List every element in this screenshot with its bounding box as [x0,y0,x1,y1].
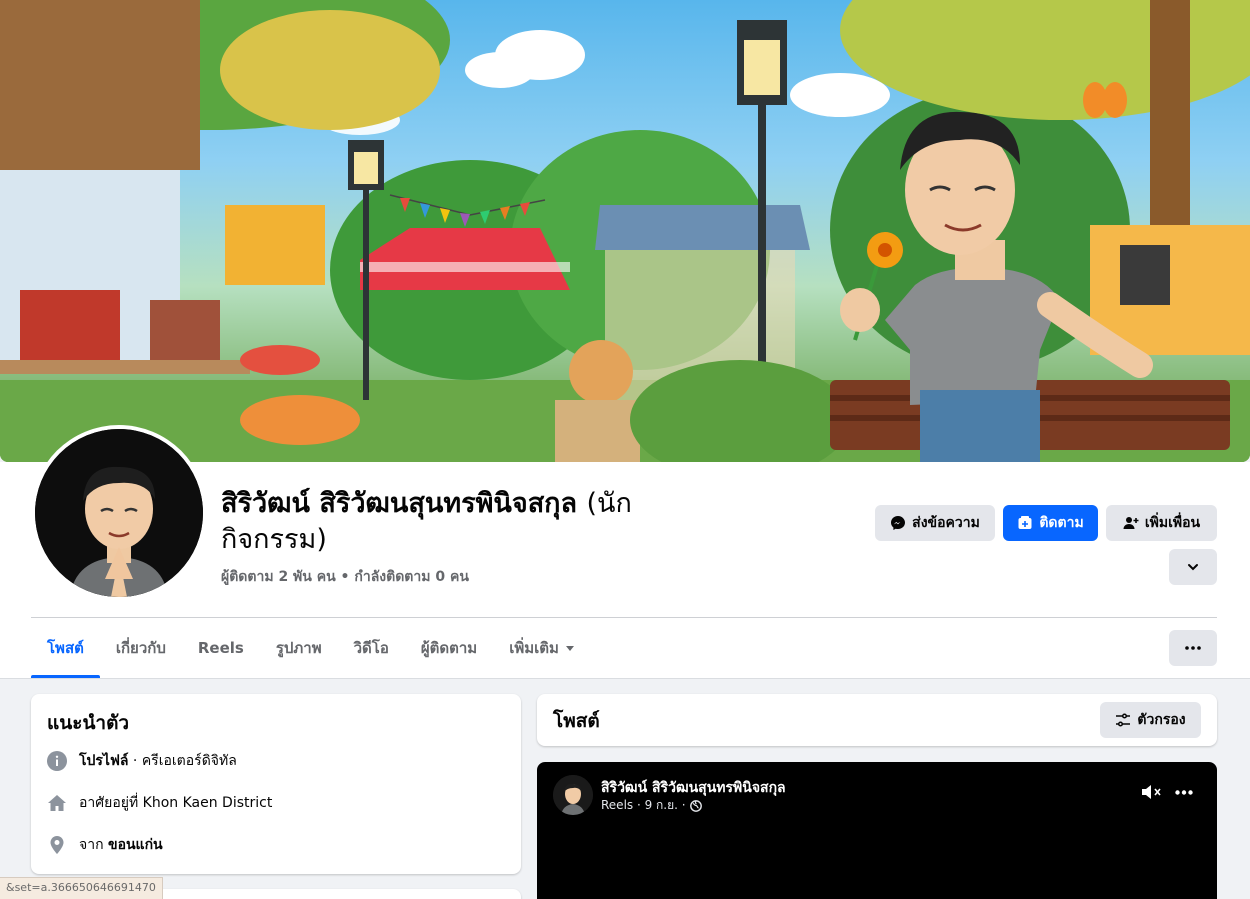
chevron-down-icon [1188,564,1198,571]
follow-label: ติดตาม [1039,515,1084,531]
tab-posts[interactable]: โพสต์ [31,618,100,678]
ellipsis-icon [1185,646,1201,650]
send-message-label: ส่งข้อความ [912,515,980,531]
post-meta: Reels · 9 ก.ย. · [601,796,702,815]
profile-name: สิริวัฒน์ สิริวัฒนสุนทรพินิจสกุล (นัก กิ… [221,486,721,558]
add-friend-button[interactable]: เพิ่มเพื่อน [1106,505,1217,541]
post-avatar-illustration [553,775,593,815]
post-author-avatar[interactable] [553,775,593,815]
profile-name-subtitle-1: (นัก [586,488,632,519]
profile-tabs: โพสต์ เกี่ยวกับ Reels รูปภาพ วิดีโอ ผู้ต… [31,618,591,678]
reel-post[interactable]: สิริวัฒน์ สิริวัฒนสุนทรพินิจสกุล Reels ·… [537,762,1217,899]
intro-title: แนะนำตัว [47,712,130,734]
tab-videos-label: วิดีโอ [353,639,389,657]
intro-lives-in: อาศัยอยู่ที่ Khon Kaen District [79,795,273,811]
follow-icon [1018,516,1032,529]
tab-more[interactable]: เพิ่มเติม [493,618,591,678]
posts-title: โพสต์ [553,710,600,732]
profile-name-main: สิริวัฒน์ สิริวัฒนสุนทรพินิจสกุล [221,488,578,519]
tab-followers[interactable]: ผู้ติดตาม [405,618,493,678]
tab-more-label: เพิ่มเติม [509,639,559,657]
intro-profile-row: โปรไฟล์ · ครีเอเตอร์ดิจิทัล [47,750,237,772]
messenger-icon [891,516,906,530]
filter-icon [1116,713,1131,727]
following-count-link[interactable]: กำลังติดตาม 0 คน [354,569,469,585]
avatar-image [35,429,203,597]
tab-photos-label: รูปภาพ [275,639,322,657]
home-icon [48,795,66,811]
add-friend-icon [1123,517,1139,529]
add-friend-label: เพิ่มเพื่อน [1144,515,1201,531]
post-meta-text[interactable]: Reels · 9 ก.ย. · [601,796,686,815]
tab-about-label: เกี่ยวกับ [115,639,166,657]
intro-card: แนะนำตัว โปรไฟล์ · ครีเอเตอร์ดิจิทัล อาศ… [31,694,521,874]
profile-name-subtitle-2: กิจกรรม) [221,524,327,555]
send-message-button[interactable]: ส่งข้อความ [875,505,995,541]
tab-photos[interactable]: รูปภาพ [260,618,338,678]
more-options-button[interactable] [1169,630,1217,666]
intro-from-value[interactable]: ขอนแก่น [108,837,163,853]
globe-icon [689,799,702,812]
caret-down-icon [565,646,574,651]
location-pin-icon [50,836,64,854]
muted-speaker-icon[interactable] [1141,782,1163,802]
tab-followers-label: ผู้ติดตาม [420,639,478,657]
intro-lives-row: อาศัยอยู่ที่ Khon Kaen District [47,792,272,814]
info-icon [47,751,67,771]
followers-count-link[interactable]: ผู้ติดตาม 2 พัน คน [221,569,336,585]
tab-posts-label: โพสต์ [47,639,84,657]
posts-header-card: โพสต์ ตัวกรอง [537,694,1217,746]
profile-avatar[interactable] [31,425,207,601]
tab-reels-label: Reels [197,639,244,657]
avatar-illustration [35,429,203,597]
cover-photo[interactable] [0,0,1250,462]
expand-more-button[interactable] [1169,549,1217,585]
intro-from-label: จาก [79,837,108,853]
tab-videos[interactable]: วิดีโอ [338,618,405,678]
intro-from-row: จาก ขอนแก่น [47,834,163,856]
status-bar-url: &set=a.366650646691470 [0,877,163,899]
stats-separator: • [340,569,350,585]
intro-profile-value: · ครีเอเตอร์ดิจิทัล [128,753,237,769]
profile-stats: ผู้ติดตาม 2 พัน คน • กำลังติดตาม 0 คน [221,566,469,588]
tab-reels[interactable]: Reels [182,618,260,678]
filter-label: ตัวกรอง [1137,712,1186,728]
tab-about[interactable]: เกี่ยวกับ [100,618,182,678]
cover-illustration [0,0,1250,462]
intro-profile-label: โปรไฟล์ [79,753,129,769]
filter-button[interactable]: ตัวกรอง [1100,702,1201,738]
follow-button[interactable]: ติดตาม [1003,505,1098,541]
post-options-icon[interactable] [1175,790,1193,795]
